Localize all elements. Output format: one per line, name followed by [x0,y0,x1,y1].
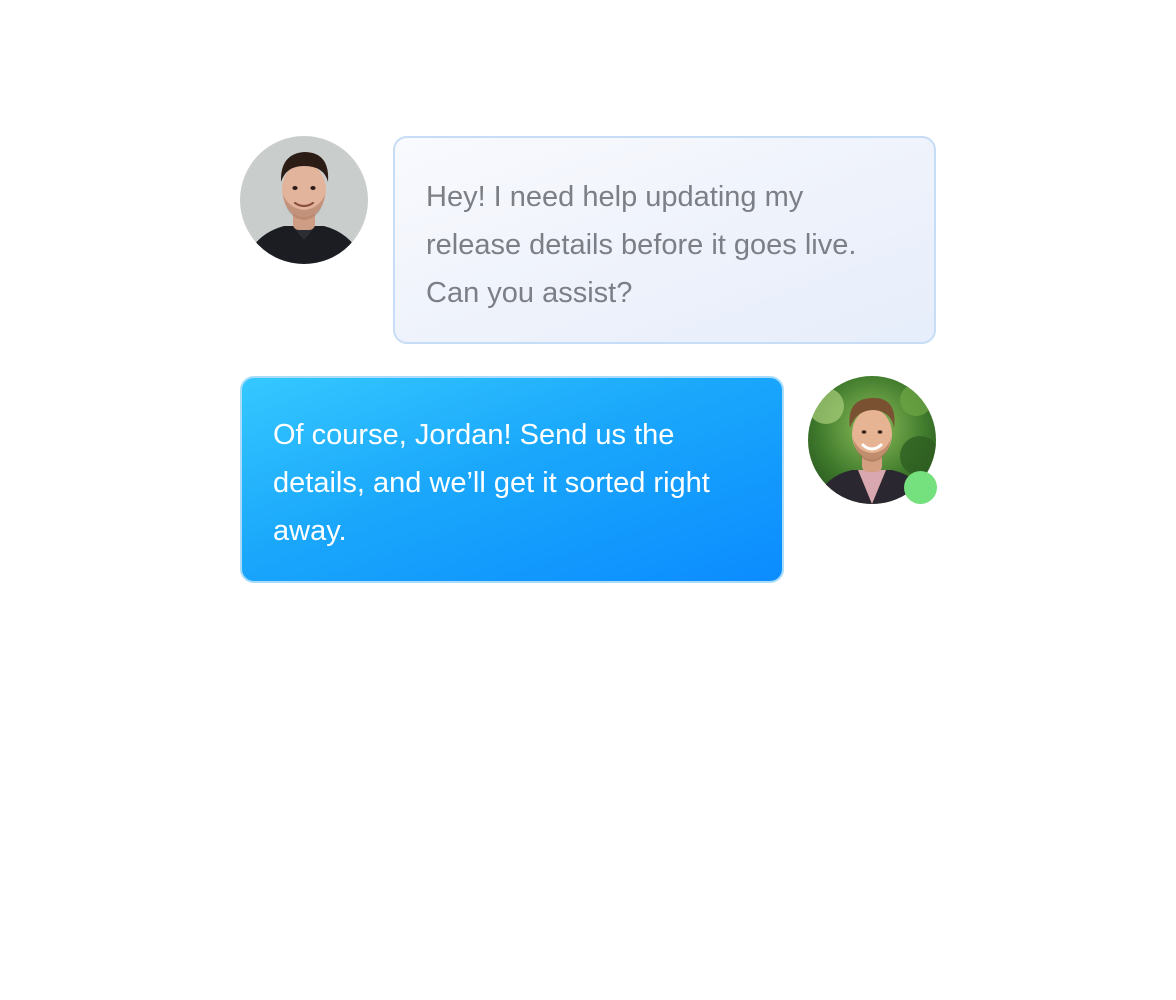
user-message-text: Hey! I need help updating my release det… [426,181,857,309]
user-avatar [240,136,368,264]
chat-conversation: Hey! I need help updating my release det… [0,0,1176,1000]
online-status-dot-icon [904,471,937,504]
agent-message-text: Of course, Jordan! Send us the details, … [273,419,710,547]
user-photo-avatar-icon [240,136,368,264]
user-message-bubble: Hey! I need help updating my release det… [393,136,936,344]
agent-avatar [808,376,937,504]
agent-message-bubble: Of course, Jordan! Send us the details, … [240,376,784,583]
